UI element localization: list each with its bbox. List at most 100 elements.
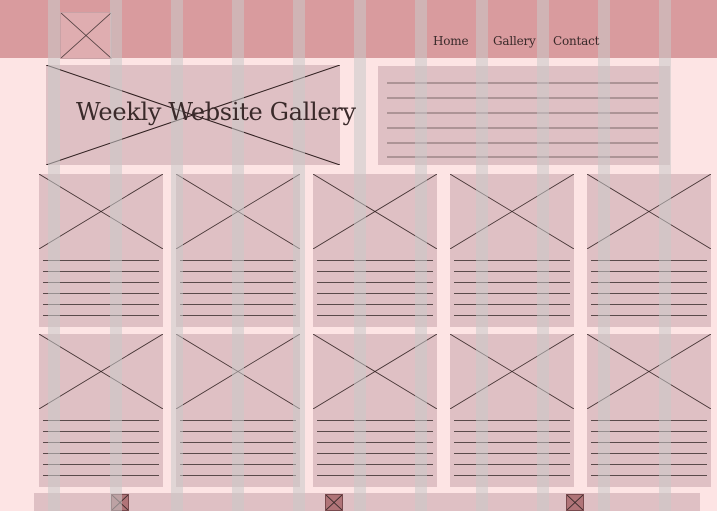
- gallery-card[interactable]: [450, 174, 574, 327]
- text-line: [591, 464, 707, 465]
- text-line: [317, 453, 433, 454]
- social-icon[interactable]: [566, 494, 584, 511]
- text-line: [591, 431, 707, 432]
- text-line: [43, 464, 159, 465]
- card-text-lines: [591, 420, 707, 486]
- text-line: [43, 420, 159, 421]
- nav-gallery-link[interactable]: Gallery: [493, 34, 536, 48]
- text-line: [591, 304, 707, 305]
- text-line: [317, 304, 433, 305]
- image-placeholder-icon: [313, 174, 437, 249]
- text-line: [591, 282, 707, 283]
- card-text-lines: [591, 260, 707, 326]
- text-line: [454, 420, 570, 421]
- card-text-lines: [454, 420, 570, 486]
- card-text-lines: [454, 260, 570, 326]
- text-line: [180, 453, 296, 454]
- text-line: [454, 260, 570, 261]
- text-line: [454, 293, 570, 294]
- social-icon[interactable]: [111, 494, 129, 511]
- card-text-lines: [317, 420, 433, 486]
- text-line: [317, 315, 433, 316]
- text-line: [454, 315, 570, 316]
- social-icon[interactable]: [325, 494, 343, 511]
- text-line: [180, 293, 296, 294]
- text-line: [180, 420, 296, 421]
- text-line: [43, 282, 159, 283]
- card-text-lines: [317, 260, 433, 326]
- text-line: [317, 431, 433, 432]
- text-line: [43, 304, 159, 305]
- text-line: [43, 271, 159, 272]
- text-line: [317, 420, 433, 421]
- text-line: [317, 293, 433, 294]
- gallery-card[interactable]: [39, 334, 163, 487]
- text-line: [454, 442, 570, 443]
- text-line: [43, 442, 159, 443]
- text-line: [454, 453, 570, 454]
- text-line: [180, 260, 296, 261]
- image-placeholder-icon: [39, 334, 163, 409]
- text-line: [317, 464, 433, 465]
- card-text-lines: [180, 260, 296, 326]
- text-line: [317, 282, 433, 283]
- text-line: [180, 271, 296, 272]
- image-placeholder-icon: [587, 334, 711, 409]
- text-line: [180, 442, 296, 443]
- text-line: [454, 304, 570, 305]
- text-line: [180, 304, 296, 305]
- intro-text-block: [378, 66, 670, 165]
- text-line: [454, 475, 570, 476]
- text-line: [43, 315, 159, 316]
- image-placeholder-icon: [587, 174, 711, 249]
- text-line: [180, 282, 296, 283]
- gallery-card[interactable]: [450, 334, 574, 487]
- nav-contact-link[interactable]: Contact: [553, 34, 599, 48]
- text-line: [43, 431, 159, 432]
- image-placeholder-icon: [313, 334, 437, 409]
- text-line: [454, 282, 570, 283]
- text-line: [591, 420, 707, 421]
- text-line: [180, 315, 296, 316]
- text-line: [43, 475, 159, 476]
- site-footer: [34, 493, 700, 511]
- gallery-card[interactable]: [313, 334, 437, 487]
- gallery-card[interactable]: [39, 174, 163, 327]
- text-line: [454, 464, 570, 465]
- text-line: [454, 271, 570, 272]
- text-line: [317, 442, 433, 443]
- gallery-card[interactable]: [587, 334, 711, 487]
- text-line: [180, 475, 296, 476]
- card-text-lines: [180, 420, 296, 486]
- image-placeholder-icon: [39, 174, 163, 249]
- text-line: [591, 453, 707, 454]
- text-line: [591, 260, 707, 261]
- text-line: [591, 442, 707, 443]
- gallery-card[interactable]: [313, 174, 437, 327]
- gallery-card[interactable]: [587, 174, 711, 327]
- text-line: [317, 260, 433, 261]
- text-line: [317, 475, 433, 476]
- text-line: [180, 431, 296, 432]
- gallery-card[interactable]: [176, 174, 300, 327]
- card-text-lines: [43, 420, 159, 486]
- text-line: [180, 464, 296, 465]
- text-line: [591, 271, 707, 272]
- text-line: [43, 293, 159, 294]
- page-title: Weekly Website Gallery: [76, 98, 356, 126]
- gallery-card[interactable]: [176, 334, 300, 487]
- text-line: [317, 271, 433, 272]
- image-placeholder-icon: [176, 334, 300, 409]
- image-placeholder-icon: [450, 174, 574, 249]
- nav-home-link[interactable]: Home: [433, 34, 469, 48]
- card-text-lines: [43, 260, 159, 326]
- text-line: [591, 475, 707, 476]
- image-placeholder-icon: [176, 174, 300, 249]
- text-line: [454, 431, 570, 432]
- text-line: [43, 453, 159, 454]
- text-line: [591, 293, 707, 294]
- image-placeholder-icon: [450, 334, 574, 409]
- text-line: [43, 260, 159, 261]
- text-line: [591, 315, 707, 316]
- logo-placeholder-icon[interactable]: [60, 12, 112, 59]
